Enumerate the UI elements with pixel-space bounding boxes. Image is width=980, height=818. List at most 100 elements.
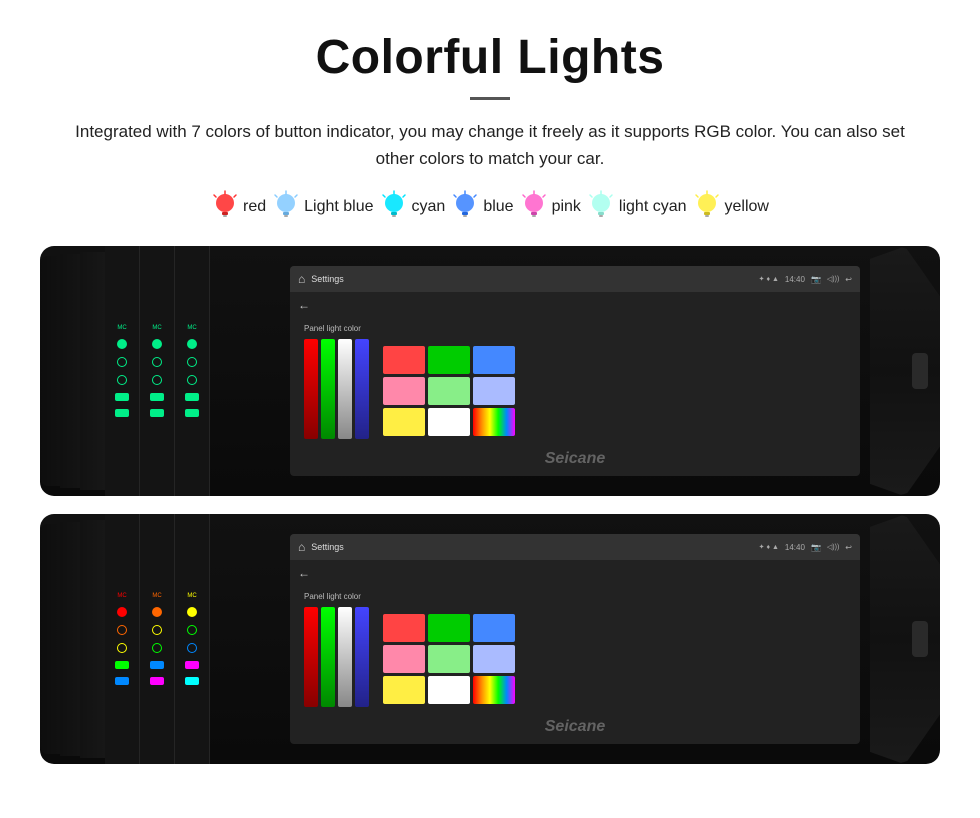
swatch-white-bottom — [428, 676, 470, 704]
bar-green-top — [321, 339, 335, 439]
swatch-blue-top — [473, 346, 515, 374]
color-label-yellow: yellow — [725, 198, 769, 216]
btn-home-green2 — [152, 357, 162, 367]
back-arrow-bottom: ← — [290, 560, 860, 586]
btn-home-green3 — [187, 357, 197, 367]
btn-vol-b2 — [150, 661, 164, 669]
swatch-green-bottom — [428, 614, 470, 642]
button-col-1: MC — [105, 246, 140, 496]
color-label-pink: pink — [552, 198, 581, 216]
color-label-light-cyan: light cyan — [619, 198, 687, 216]
swatch-red-bottom — [383, 614, 425, 642]
left-panels-top: MC MC MC — [40, 246, 280, 496]
swatches-top — [383, 346, 515, 439]
title-divider — [470, 97, 510, 100]
bar-white-top — [338, 339, 352, 439]
color-label-red: red — [243, 198, 266, 216]
screen-header-bottom: ⌂ Settings ✦ ♦ ▲ 14:40 📷 ◁))) ↩ — [290, 534, 860, 560]
bluetooth-icon-top: ✦ ♦ ▲ — [759, 275, 779, 283]
color-label-light-blue: Light blue — [304, 198, 373, 216]
btn-mc2: MC — [144, 325, 170, 331]
swatch-red-top — [383, 346, 425, 374]
light-cyan-bulb-icon — [587, 190, 615, 224]
car-unit-bottom-section: MC MC MC — [40, 514, 940, 764]
right-curve-bottom — [870, 514, 940, 764]
bar-red-top — [304, 339, 318, 439]
button-col-3: MC — [175, 246, 210, 496]
pink-bulb-icon — [520, 190, 548, 224]
swatch-grid-top — [383, 346, 515, 436]
btn-mc-b3: MC — [179, 593, 205, 599]
btn-vol2-green3 — [185, 409, 199, 417]
swatch-grid-bottom — [383, 614, 515, 704]
bar-green-bottom — [321, 607, 335, 707]
color-label-blue: blue — [483, 198, 513, 216]
btn-power-b1 — [117, 607, 127, 617]
swatch-green-top — [428, 346, 470, 374]
color-bars-top — [304, 339, 369, 439]
left-content-bottom: Panel light color — [304, 592, 369, 707]
button-col-b2: MC — [140, 514, 175, 764]
btn-power-b3 — [187, 607, 197, 617]
left-panels-bottom: MC MC MC — [40, 514, 280, 764]
car-unit-bottom: MC MC MC — [40, 514, 940, 764]
button-col-b3: MC — [175, 514, 210, 764]
vol-icon-top: ◁))) — [827, 275, 839, 283]
back-icon-top: ↩ — [845, 275, 852, 284]
btn-vol2-b1 — [115, 677, 129, 685]
color-item-blue: blue — [451, 190, 513, 224]
btn-back-green2 — [152, 375, 162, 385]
settings-label-top: Settings — [311, 274, 752, 284]
right-notch-bottom — [912, 621, 928, 657]
right-curve-top — [870, 246, 940, 496]
btn-vol2-b2 — [150, 677, 164, 685]
camera-icon-bottom: 📷 — [811, 543, 821, 552]
color-label-cyan: cyan — [412, 198, 446, 216]
color-item-yellow: yellow — [693, 190, 769, 224]
arrow-left-icon-top: ← — [298, 298, 310, 312]
swatch-yellow-bottom — [383, 676, 425, 704]
color-bars-bottom — [304, 607, 369, 707]
color-item-light-blue: Light blue — [272, 190, 373, 224]
swatch-ltblue-top — [473, 377, 515, 405]
btn-power-green — [117, 339, 127, 349]
swatch-rainbow-top — [473, 408, 515, 436]
btn-back-b1 — [117, 643, 127, 653]
swatch-rainbow-bottom — [473, 676, 515, 704]
swatch-pink-top — [383, 377, 425, 405]
car-unit-top-section: MC MC MC — [40, 246, 940, 496]
bluetooth-icon-bottom: ✦ ♦ ▲ — [759, 543, 779, 551]
screen-content-bottom: Panel light color — [290, 586, 860, 713]
cyan-bulb-icon — [380, 190, 408, 224]
left-content-top: Panel light color — [304, 324, 369, 439]
right-notch-top — [912, 353, 928, 389]
description-text: Integrated with 7 colors of button indic… — [60, 118, 920, 172]
bar-blue-bottom — [355, 607, 369, 707]
bar-blue-top — [355, 339, 369, 439]
time-top: 14:40 — [785, 275, 805, 284]
arrow-left-icon-bottom: ← — [298, 566, 310, 580]
red-bulb-icon — [211, 190, 239, 224]
back-arrow-top: ← — [290, 292, 860, 318]
home-icon-top: ⌂ — [298, 272, 305, 286]
btn-mc: MC — [109, 325, 135, 331]
vol-icon-bottom: ◁))) — [827, 543, 839, 551]
btn-vol2-green2 — [150, 409, 164, 417]
home-icon-bottom: ⌂ — [298, 540, 305, 554]
car-unit-top: MC MC MC — [40, 246, 940, 496]
btn-mc-b2: MC — [144, 593, 170, 599]
panel-light-label-bottom: Panel light color — [304, 592, 369, 601]
time-bottom: 14:40 — [785, 543, 805, 552]
btn-home-b3 — [187, 625, 197, 635]
btn-vol-green3 — [185, 393, 199, 401]
color-item-cyan: cyan — [380, 190, 446, 224]
btn-vol-green — [115, 393, 129, 401]
swatch-blue-bottom — [473, 614, 515, 642]
color-item-pink: pink — [520, 190, 581, 224]
btn-vol2-b3 — [185, 677, 199, 685]
btn-back-b3 — [187, 643, 197, 653]
page-container: Colorful Lights Integrated with 7 colors… — [0, 0, 980, 812]
screen-header-top: ⌂ Settings ✦ ♦ ▲ 14:40 📷 ◁))) ↩ — [290, 266, 860, 292]
settings-label-bottom: Settings — [311, 542, 752, 552]
btn-mc-b1: MC — [109, 593, 135, 599]
